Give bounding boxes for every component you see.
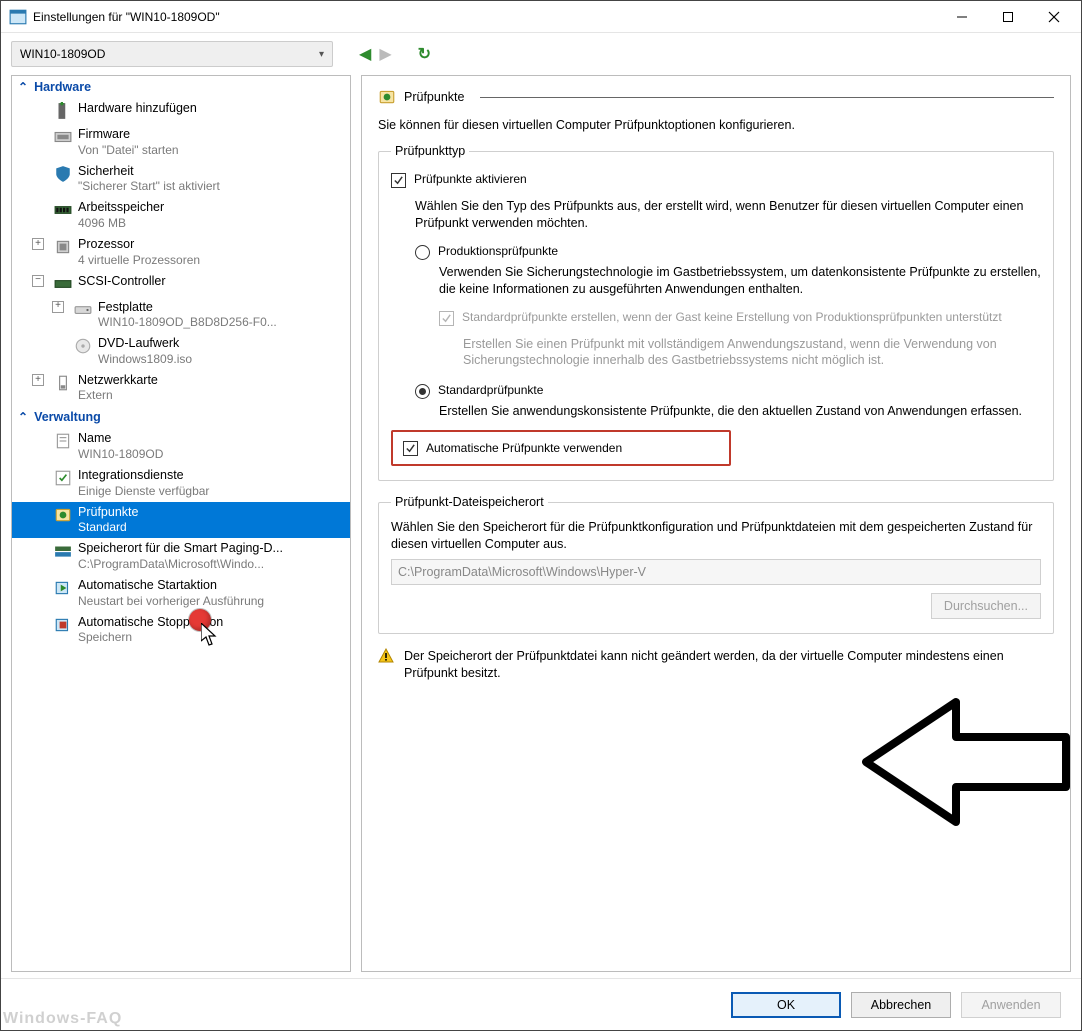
location-path-input: C:\ProgramData\Microsoft\Windows\Hyper-V <box>391 559 1041 585</box>
name-icon <box>54 431 72 451</box>
nav-forward-button: ▶ <box>379 44 391 64</box>
fallback-desc: Erstellen Sie einen Prüfpunkt mit vollst… <box>463 336 1041 370</box>
collapse-icon: ⌃ <box>18 410 28 424</box>
group-checkpoint-location: Prüfpunkt-Dateispeicherort Wählen Sie de… <box>378 495 1054 634</box>
tree-add-hardware[interactable]: Hardware hinzufügen <box>12 98 350 124</box>
tree-nic[interactable]: + NetzwerkkarteExtern <box>12 370 350 407</box>
window-title: Einstellungen für "WIN10-1809OD" <box>33 10 939 24</box>
enable-checkpoints-label: Prüfpunkte aktivieren <box>414 172 527 186</box>
warning-row: Der Speicherort der Prüfpunktdatei kann … <box>378 648 1054 682</box>
cpu-icon <box>54 237 72 257</box>
shield-icon <box>54 164 72 184</box>
disk-icon <box>74 300 92 320</box>
pane-intro: Sie können für diesen virtuellen Compute… <box>378 118 1054 132</box>
type-hint: Wählen Sie den Typ des Prüfpunkts aus, d… <box>415 198 1041 232</box>
minimize-button[interactable] <box>939 2 985 32</box>
autostart-icon <box>54 578 72 598</box>
checkbox-disabled-checked-icon <box>439 311 454 326</box>
checkbox-checked-icon[interactable] <box>403 441 418 456</box>
tree-scsi[interactable]: − SCSI-Controller <box>12 271 350 297</box>
paging-icon <box>54 541 72 561</box>
settings-pane: Prüfpunkte Sie können für diesen virtuel… <box>361 75 1071 972</box>
radio-standard[interactable]: Standardprüfpunkte <box>415 383 1041 399</box>
tree-integration[interactable]: IntegrationsdiensteEinige Dienste verfüg… <box>12 465 350 502</box>
section-management[interactable]: ⌃ Verwaltung <box>12 406 350 428</box>
tree-firmware[interactable]: FirmwareVon "Datei" starten <box>12 124 350 161</box>
auto-checkpoints-label: Automatische Prüfpunkte verwenden <box>426 441 622 455</box>
production-desc: Verwenden Sie Sicherungstechnologie im G… <box>439 264 1041 298</box>
titlebar: Einstellungen für "WIN10-1809OD" <box>1 1 1081 33</box>
autostop-icon <box>54 615 72 635</box>
browse-button: Durchsuchen... <box>931 593 1041 619</box>
divider <box>480 97 1054 98</box>
tree-memory[interactable]: Arbeitsspeicher4096 MB <box>12 197 350 234</box>
expand-icon[interactable]: + <box>52 301 64 313</box>
fallback-row: Standardprüfpunkte erstellen, wenn der G… <box>439 310 1041 326</box>
pane-title: Prüfpunkte <box>404 90 464 104</box>
tree-name[interactable]: NameWIN10-1809OD <box>12 428 350 465</box>
maximize-button[interactable] <box>985 2 1031 32</box>
tree-security[interactable]: Sicherheit"Sicherer Start" ist aktiviert <box>12 161 350 198</box>
enable-checkpoints-row[interactable]: Prüfpunkte aktivieren <box>391 172 1041 188</box>
tree-checkpoints[interactable]: PrüfpunkteStandard <box>12 502 350 539</box>
integration-icon <box>54 468 72 488</box>
tree-autostop[interactable]: Automatische StoppaktionSpeichern <box>12 612 350 649</box>
checkpoint-icon <box>54 505 72 525</box>
nav-back-button[interactable]: ◀ <box>359 44 371 64</box>
warning-icon <box>378 648 394 664</box>
cancel-button[interactable]: Abbrechen <box>851 992 951 1018</box>
add-hardware-icon <box>54 101 72 121</box>
dvd-icon <box>74 336 92 356</box>
controller-icon <box>54 274 72 294</box>
memory-icon <box>54 200 72 220</box>
ok-button[interactable]: OK <box>731 992 841 1018</box>
radio-production[interactable]: Produktionsprüfpunkte <box>415 244 1041 260</box>
close-button[interactable] <box>1031 2 1077 32</box>
toolbar: WIN10-1809OD ▾ ◀ ▶ ↻ <box>1 33 1081 75</box>
vm-selector[interactable]: WIN10-1809OD ▾ <box>11 41 333 67</box>
section-hardware[interactable]: ⌃ Hardware <box>12 76 350 98</box>
section-label: Verwaltung <box>34 410 101 424</box>
tree-paging[interactable]: Speicherort für die Smart Paging-D...C:\… <box>12 538 350 575</box>
standard-desc: Erstellen Sie anwendungskonsistente Prüf… <box>439 403 1041 420</box>
radio-standard-label: Standardprüfpunkte <box>438 383 543 397</box>
checkpoint-icon <box>378 88 396 106</box>
radio-checked-icon[interactable] <box>415 384 430 399</box>
firmware-icon <box>54 127 72 147</box>
section-label: Hardware <box>34 80 91 94</box>
expand-icon[interactable]: + <box>32 374 44 386</box>
settings-tree[interactable]: ⌃ Hardware Hardware hinzufügen FirmwareV… <box>11 75 351 972</box>
collapse-icon: ⌃ <box>18 80 28 94</box>
collapse-box-icon[interactable]: − <box>32 275 44 287</box>
window-icon <box>9 8 27 26</box>
fallback-label: Standardprüfpunkte erstellen, wenn der G… <box>462 310 1002 324</box>
tree-hdd[interactable]: + FestplatteWIN10-1809OD_B8D8D256-F0... <box>12 297 350 334</box>
group-legend: Prüfpunkt-Dateispeicherort <box>391 495 548 509</box>
dialog-footer: OK Abbrechen Anwenden <box>1 978 1081 1030</box>
chevron-down-icon: ▾ <box>319 49 324 60</box>
annotation-arrow-icon <box>846 692 1071 832</box>
tree-processor[interactable]: + Prozessor4 virtuelle Prozessoren <box>12 234 350 271</box>
auto-checkpoints-highlight: Automatische Prüfpunkte verwenden <box>391 430 731 466</box>
group-checkpoint-type: Prüfpunkttyp Prüfpunkte aktivieren Wähle… <box>378 144 1054 481</box>
expand-icon[interactable]: + <box>32 238 44 250</box>
radio-unchecked-icon[interactable] <box>415 245 430 260</box>
apply-button: Anwenden <box>961 992 1061 1018</box>
tree-dvd[interactable]: DVD-LaufwerkWindows1809.iso <box>12 333 350 370</box>
refresh-button[interactable]: ↻ <box>418 44 431 64</box>
location-hint: Wählen Sie den Speicherort für die Prüfp… <box>391 519 1041 553</box>
warning-text: Der Speicherort der Prüfpunktdatei kann … <box>404 648 1054 682</box>
checkbox-checked-icon[interactable] <box>391 173 406 188</box>
tree-autostart[interactable]: Automatische StartaktionNeustart bei vor… <box>12 575 350 612</box>
nic-icon <box>54 373 72 393</box>
vm-selector-value: WIN10-1809OD <box>20 47 105 61</box>
group-legend: Prüfpunkttyp <box>391 144 469 158</box>
radio-production-label: Produktionsprüfpunkte <box>438 244 558 258</box>
